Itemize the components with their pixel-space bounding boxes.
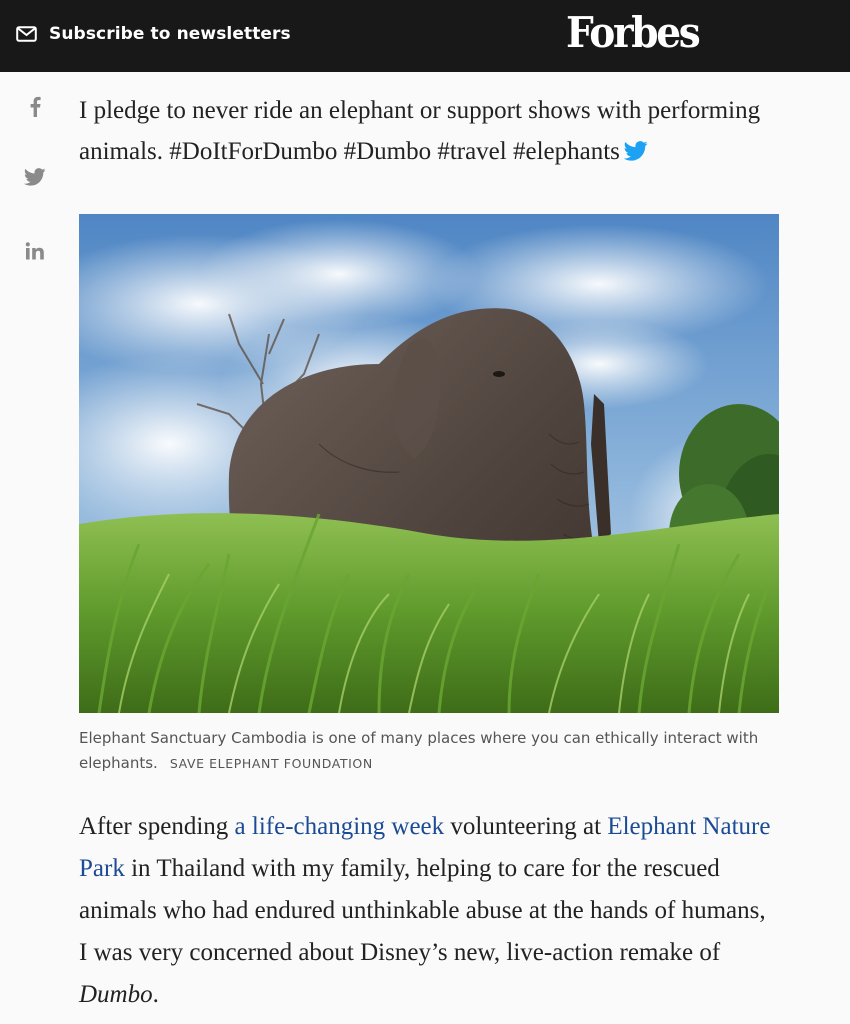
mail-icon bbox=[16, 26, 37, 42]
tweet-text: I pledge to never ride an elephant or su… bbox=[79, 97, 761, 165]
linkedin-icon bbox=[25, 242, 44, 260]
forbes-logo[interactable]: Forbes bbox=[566, 8, 701, 58]
subscribe-label: Subscribe to newsletters bbox=[49, 24, 291, 44]
paragraph-text: . bbox=[152, 981, 159, 1008]
subscribe-button[interactable]: Subscribe to newsletters bbox=[16, 20, 291, 48]
twitter-icon bbox=[24, 168, 46, 186]
photo-credit: SAVE ELEPHANT FOUNDATION bbox=[169, 756, 373, 771]
elephant-photo bbox=[79, 214, 779, 713]
paragraph-text: in Thailand with my family, helping to c… bbox=[79, 855, 766, 966]
photo-caption: Elephant Sanctuary Cambodia is one of ma… bbox=[79, 726, 759, 776]
twitter-share-button[interactable] bbox=[18, 160, 52, 194]
paragraph-text: volunteering at bbox=[444, 813, 608, 840]
top-bar: Subscribe to newsletters Forbes bbox=[0, 0, 850, 72]
paragraph-text: After spending bbox=[79, 813, 235, 840]
life-changing-week-link[interactable]: a life-changing week bbox=[235, 813, 445, 840]
article-paragraph: After spending a life-changing week volu… bbox=[79, 806, 779, 1016]
facebook-share-button[interactable] bbox=[18, 89, 52, 123]
click-to-tweet-quote[interactable]: I pledge to never ride an elephant or su… bbox=[79, 90, 769, 172]
twitter-bird-icon bbox=[623, 141, 648, 161]
facebook-icon bbox=[30, 96, 41, 117]
dumbo-title: Dumbo bbox=[79, 981, 153, 1008]
linkedin-share-button[interactable] bbox=[18, 234, 52, 268]
